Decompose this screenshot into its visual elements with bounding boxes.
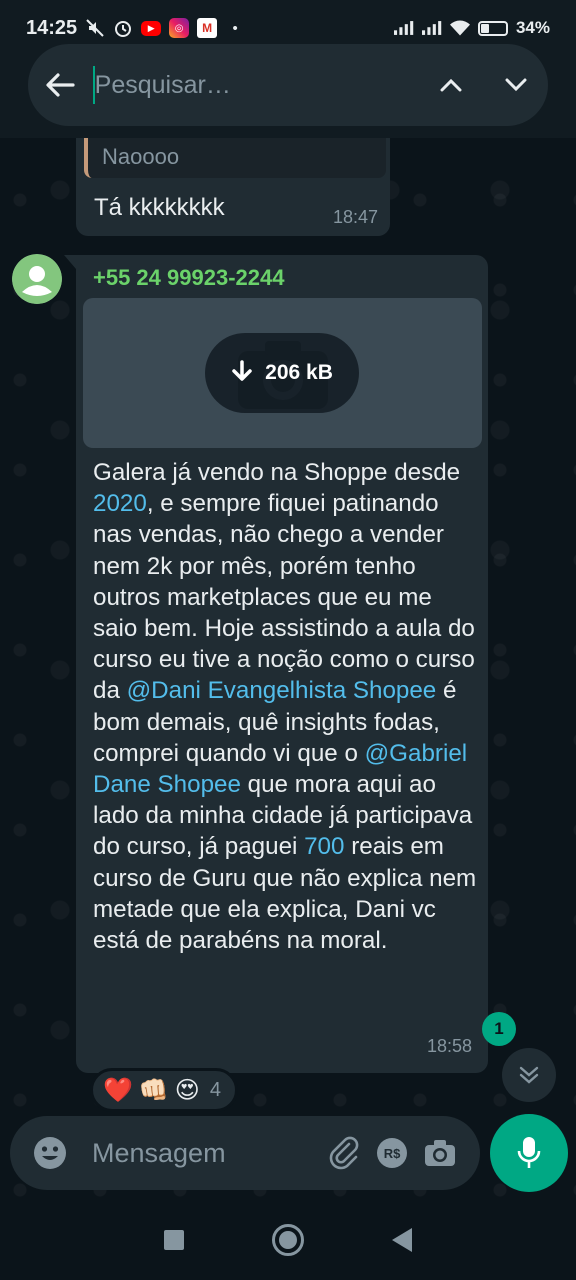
chevron-up-icon xyxy=(440,78,462,92)
voice-message-button[interactable] xyxy=(490,1114,568,1192)
reaction-count: 4 xyxy=(209,1078,221,1101)
image-thumbnail[interactable]: 206 kB xyxy=(83,298,482,448)
emoji-button[interactable] xyxy=(26,1129,74,1177)
microphone-icon xyxy=(517,1137,541,1168)
message-text: Galera já vendo na Shoppe desde 2020, e … xyxy=(93,457,477,956)
reaction-fist: 👊🏻 xyxy=(138,1076,169,1104)
double-chevron-down-icon xyxy=(519,1066,539,1084)
recents-button[interactable] xyxy=(164,1230,184,1250)
reaction-heart: ❤️ xyxy=(103,1076,133,1104)
home-button[interactable] xyxy=(272,1224,304,1256)
mute-icon xyxy=(85,18,105,38)
dot-icon: • xyxy=(232,19,238,37)
sender-avatar[interactable] xyxy=(12,254,62,304)
message-bubble-main[interactable]: +55 24 99923-2244 206 kB Galera já vendo… xyxy=(64,255,488,1073)
system-navigation-bar xyxy=(0,1200,576,1280)
gmail-icon: M xyxy=(197,18,218,38)
camera-icon xyxy=(425,1140,455,1166)
emoji-icon xyxy=(34,1137,66,1169)
alarm-icon xyxy=(113,18,133,38)
search-input[interactable] xyxy=(92,66,419,104)
quoted-text: Naoooo xyxy=(102,144,180,169)
message-time: 18:58 xyxy=(426,1036,472,1056)
back-button[interactable] xyxy=(28,44,93,126)
status-time: 14:25 xyxy=(26,16,78,39)
message-text-segment: , e sempre fiquei patinando nas vendas, … xyxy=(93,490,482,705)
reaction-heart-eyes: 😍 xyxy=(174,1076,200,1104)
payment-button[interactable]: R$ xyxy=(368,1129,416,1177)
sender-phone[interactable]: +55 24 99923-2244 xyxy=(93,265,284,291)
message-search-bar xyxy=(28,44,548,126)
quoted-reply[interactable]: Naoooo xyxy=(84,134,386,178)
arrow-left-icon xyxy=(46,73,75,97)
message-link[interactable]: 700 xyxy=(304,833,344,860)
media-size: 206 kB xyxy=(265,361,333,384)
reactions-bar[interactable]: ❤️ 👊🏻 😍 4 xyxy=(90,1068,238,1112)
system-back-button[interactable] xyxy=(392,1228,412,1252)
unread-count-badge: 1 xyxy=(482,1012,516,1046)
instagram-icon: ◎ xyxy=(169,18,190,38)
paperclip-icon xyxy=(329,1136,359,1170)
battery-percent: 34% xyxy=(515,18,550,37)
message-input[interactable] xyxy=(90,1136,320,1170)
search-previous-button[interactable] xyxy=(419,44,484,126)
wifi-icon xyxy=(449,18,470,38)
status-bar: 14:25 ▶ ◎ M • 34% xyxy=(0,0,576,56)
chevron-down-icon xyxy=(505,78,527,92)
default-avatar-icon xyxy=(12,254,62,304)
message-text: Tá kkkkkkkk xyxy=(94,194,225,221)
payment-rs-icon: R$ xyxy=(377,1138,407,1168)
signal-icon xyxy=(393,18,414,38)
message-text-segment: Galera já vendo na Shoppe desde xyxy=(93,459,467,486)
download-arrow-icon xyxy=(232,360,252,381)
signal-icon xyxy=(421,18,442,38)
scroll-to-bottom-button[interactable] xyxy=(502,1048,556,1102)
search-next-button[interactable] xyxy=(483,44,548,126)
battery-icon xyxy=(477,20,508,36)
message-time: 18:47 xyxy=(332,207,378,227)
message-link[interactable]: @Dani Evangelhista Shopee xyxy=(127,677,437,704)
camera-button[interactable] xyxy=(416,1129,464,1177)
download-button[interactable]: 206 kB xyxy=(205,333,359,413)
message-link[interactable]: 2020 xyxy=(93,490,147,517)
attach-button[interactable] xyxy=(320,1129,368,1177)
youtube-icon: ▶ xyxy=(141,20,162,36)
message-composer: R$ xyxy=(10,1116,480,1190)
